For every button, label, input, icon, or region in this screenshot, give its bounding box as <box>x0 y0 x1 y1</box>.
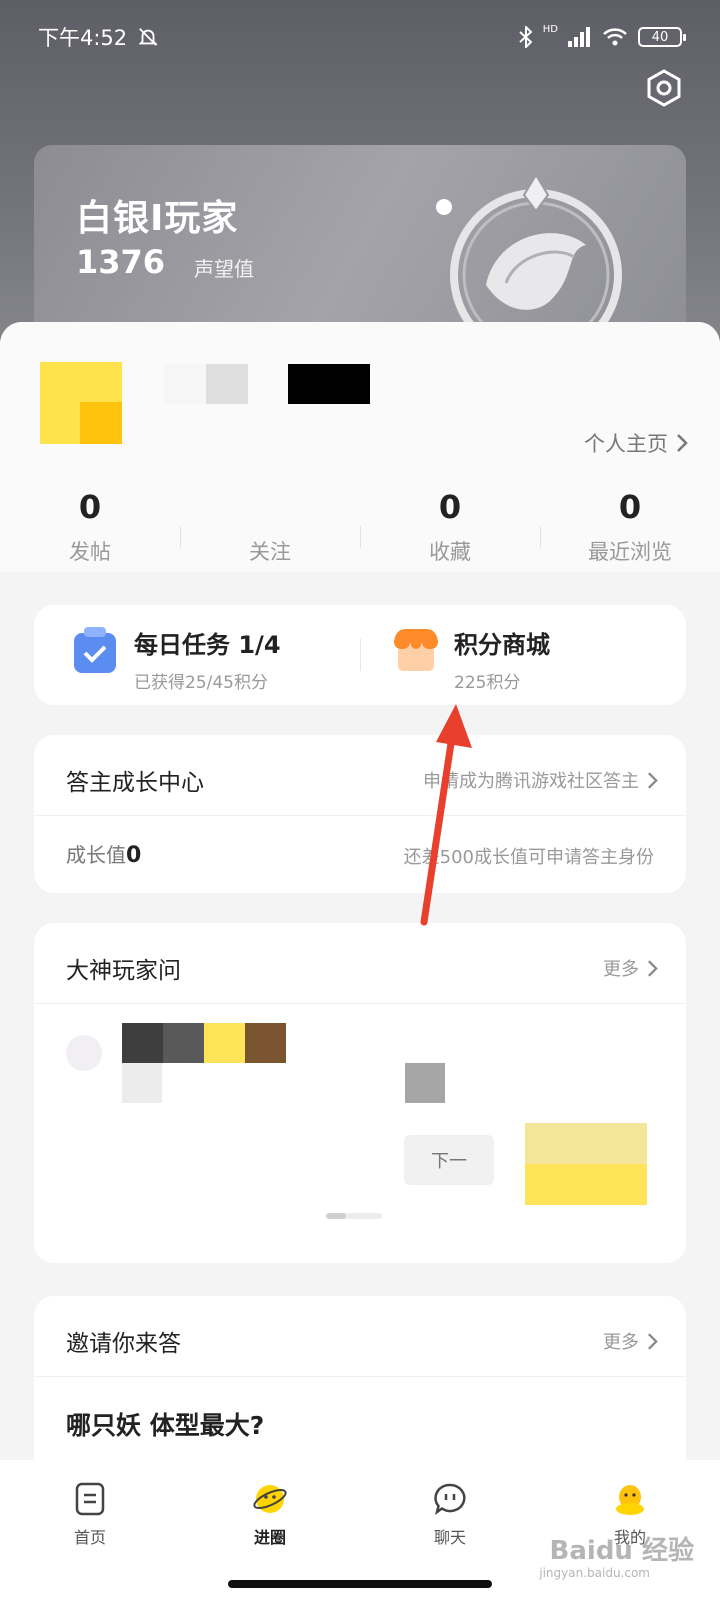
clipboard-check-icon <box>74 627 116 673</box>
rank-title: 白银I玩家 <box>76 198 239 239</box>
circle-planet-icon <box>253 1485 287 1513</box>
redacted-content <box>405 1063 445 1103</box>
home-icon <box>75 1482 105 1516</box>
homepage-link-label: 个人主页 <box>584 432 668 456</box>
stat-posts[interactable]: 0 发帖 <box>0 488 180 568</box>
status-time: 下午4:52 <box>38 26 128 50</box>
rank-card[interactable]: 白银I玩家 1376 声望值 <box>34 145 686 345</box>
chevron-right-icon <box>648 959 658 977</box>
chevron-right-icon <box>648 1332 658 1350</box>
points-mall-title: 积分商城 <box>454 631 550 659</box>
divider <box>34 1376 686 1377</box>
points-mall[interactable]: 积分商城 225积分 <box>392 625 550 693</box>
divider <box>34 815 686 816</box>
gods-more-label: 更多 <box>603 959 639 980</box>
chevron-right-icon <box>648 771 658 789</box>
daily-task-title: 每日任务 1/4 <box>134 631 281 659</box>
tab-home[interactable]: 首页 <box>0 1460 180 1600</box>
gods-more-link[interactable]: 更多 <box>603 955 658 981</box>
bluetooth-icon <box>519 26 533 48</box>
divider <box>34 1003 686 1004</box>
stat-posts-label: 发帖 <box>69 540 111 564</box>
gods-ask-title: 大神玩家问 <box>66 958 181 984</box>
network-type: HD <box>542 23 558 35</box>
growth-value: 成长值0 <box>66 839 141 868</box>
profile-icon <box>616 1485 644 1515</box>
status-icons: HD 40 <box>519 23 686 48</box>
redacted-content <box>122 1023 286 1063</box>
tab-chat[interactable]: 聊天 <box>360 1460 540 1600</box>
watermark: Baidu 经验 <box>549 1536 694 1566</box>
signal-icon <box>568 27 590 47</box>
stat-posts-count: 0 <box>78 488 102 526</box>
growth-center-title: 答主成长中心 <box>66 770 204 796</box>
daily-task[interactable]: 每日任务 1/4 已获得25/45积分 <box>72 625 281 693</box>
stat-following-label: 关注 <box>249 540 291 564</box>
stat-recent[interactable]: 0 最近浏览 <box>540 488 720 568</box>
task-mall-card: 每日任务 1/4 已获得25/45积分 积分商城 225积分 <box>34 605 686 705</box>
home-indicator[interactable] <box>228 1580 492 1588</box>
tab-circle-label: 进圈 <box>253 1528 286 1547</box>
points-mall-sub: 225积分 <box>454 673 521 693</box>
wifi-icon <box>603 28 627 46</box>
red-arrow-annotation <box>420 704 472 926</box>
asker-avatar <box>66 1035 102 1071</box>
stat-favorites-count: 0 <box>438 488 462 526</box>
chat-icon <box>434 1483 466 1515</box>
carousel-indicator-active <box>326 1213 346 1219</box>
chevron-right-icon <box>677 434 688 452</box>
bell-muted-icon <box>138 28 158 46</box>
settings-icon[interactable] <box>644 68 684 108</box>
stat-favorites-label: 收藏 <box>429 540 471 564</box>
battery-icon: 40 <box>638 27 686 47</box>
divider <box>360 639 361 671</box>
growth-value-number: 0 <box>126 843 142 868</box>
rank-score: 1376 <box>76 243 166 281</box>
avatar[interactable] <box>40 362 122 444</box>
rank-score-label: 声望值 <box>194 257 254 281</box>
gods-ask-card: 大神玩家问 更多 下一 <box>34 923 686 1263</box>
user-id-redacted <box>288 364 370 404</box>
invite-more-link[interactable]: 更多 <box>603 1328 658 1354</box>
invite-more-label: 更多 <box>603 1332 639 1353</box>
homepage-link[interactable]: 个人主页 <box>584 428 688 458</box>
carousel-indicator <box>326 1213 382 1219</box>
stat-recent-label: 最近浏览 <box>588 540 672 564</box>
silver-medal-icon <box>436 173 622 345</box>
stats-row: 0 发帖 关注 0 收藏 0 最近浏览 <box>0 488 720 568</box>
redacted-content <box>525 1123 647 1205</box>
growth-value-label: 成长值 <box>66 843 126 867</box>
shop-icon <box>394 629 438 671</box>
watermark-url: jingyan.baidu.com <box>539 1566 650 1580</box>
growth-center-card: 答主成长中心 申请成为腾讯游戏社区答主 成长值0 还差500成长值可申请答主身份 <box>34 735 686 893</box>
stat-favorites[interactable]: 0 收藏 <box>360 488 540 568</box>
username-redacted <box>164 364 248 404</box>
status-bar: 下午4:52 HD 40 <box>38 22 686 52</box>
next-button[interactable]: 下一 <box>404 1135 494 1185</box>
redacted-content <box>122 1063 162 1103</box>
tab-home-label: 首页 <box>73 1528 106 1547</box>
daily-task-sub: 已获得25/45积分 <box>134 673 268 693</box>
stat-recent-count: 0 <box>618 488 642 526</box>
stat-following-count <box>180 488 360 528</box>
tab-chat-label: 聊天 <box>433 1528 466 1547</box>
next-button-label: 下一 <box>431 1151 467 1172</box>
tab-circle[interactable]: 进圈 <box>180 1460 360 1600</box>
invite-title: 邀请你来答 <box>66 1331 181 1357</box>
stat-following[interactable]: 关注 <box>180 488 360 568</box>
invite-question[interactable]: 哪只妖 体型最大? <box>66 1406 264 1442</box>
